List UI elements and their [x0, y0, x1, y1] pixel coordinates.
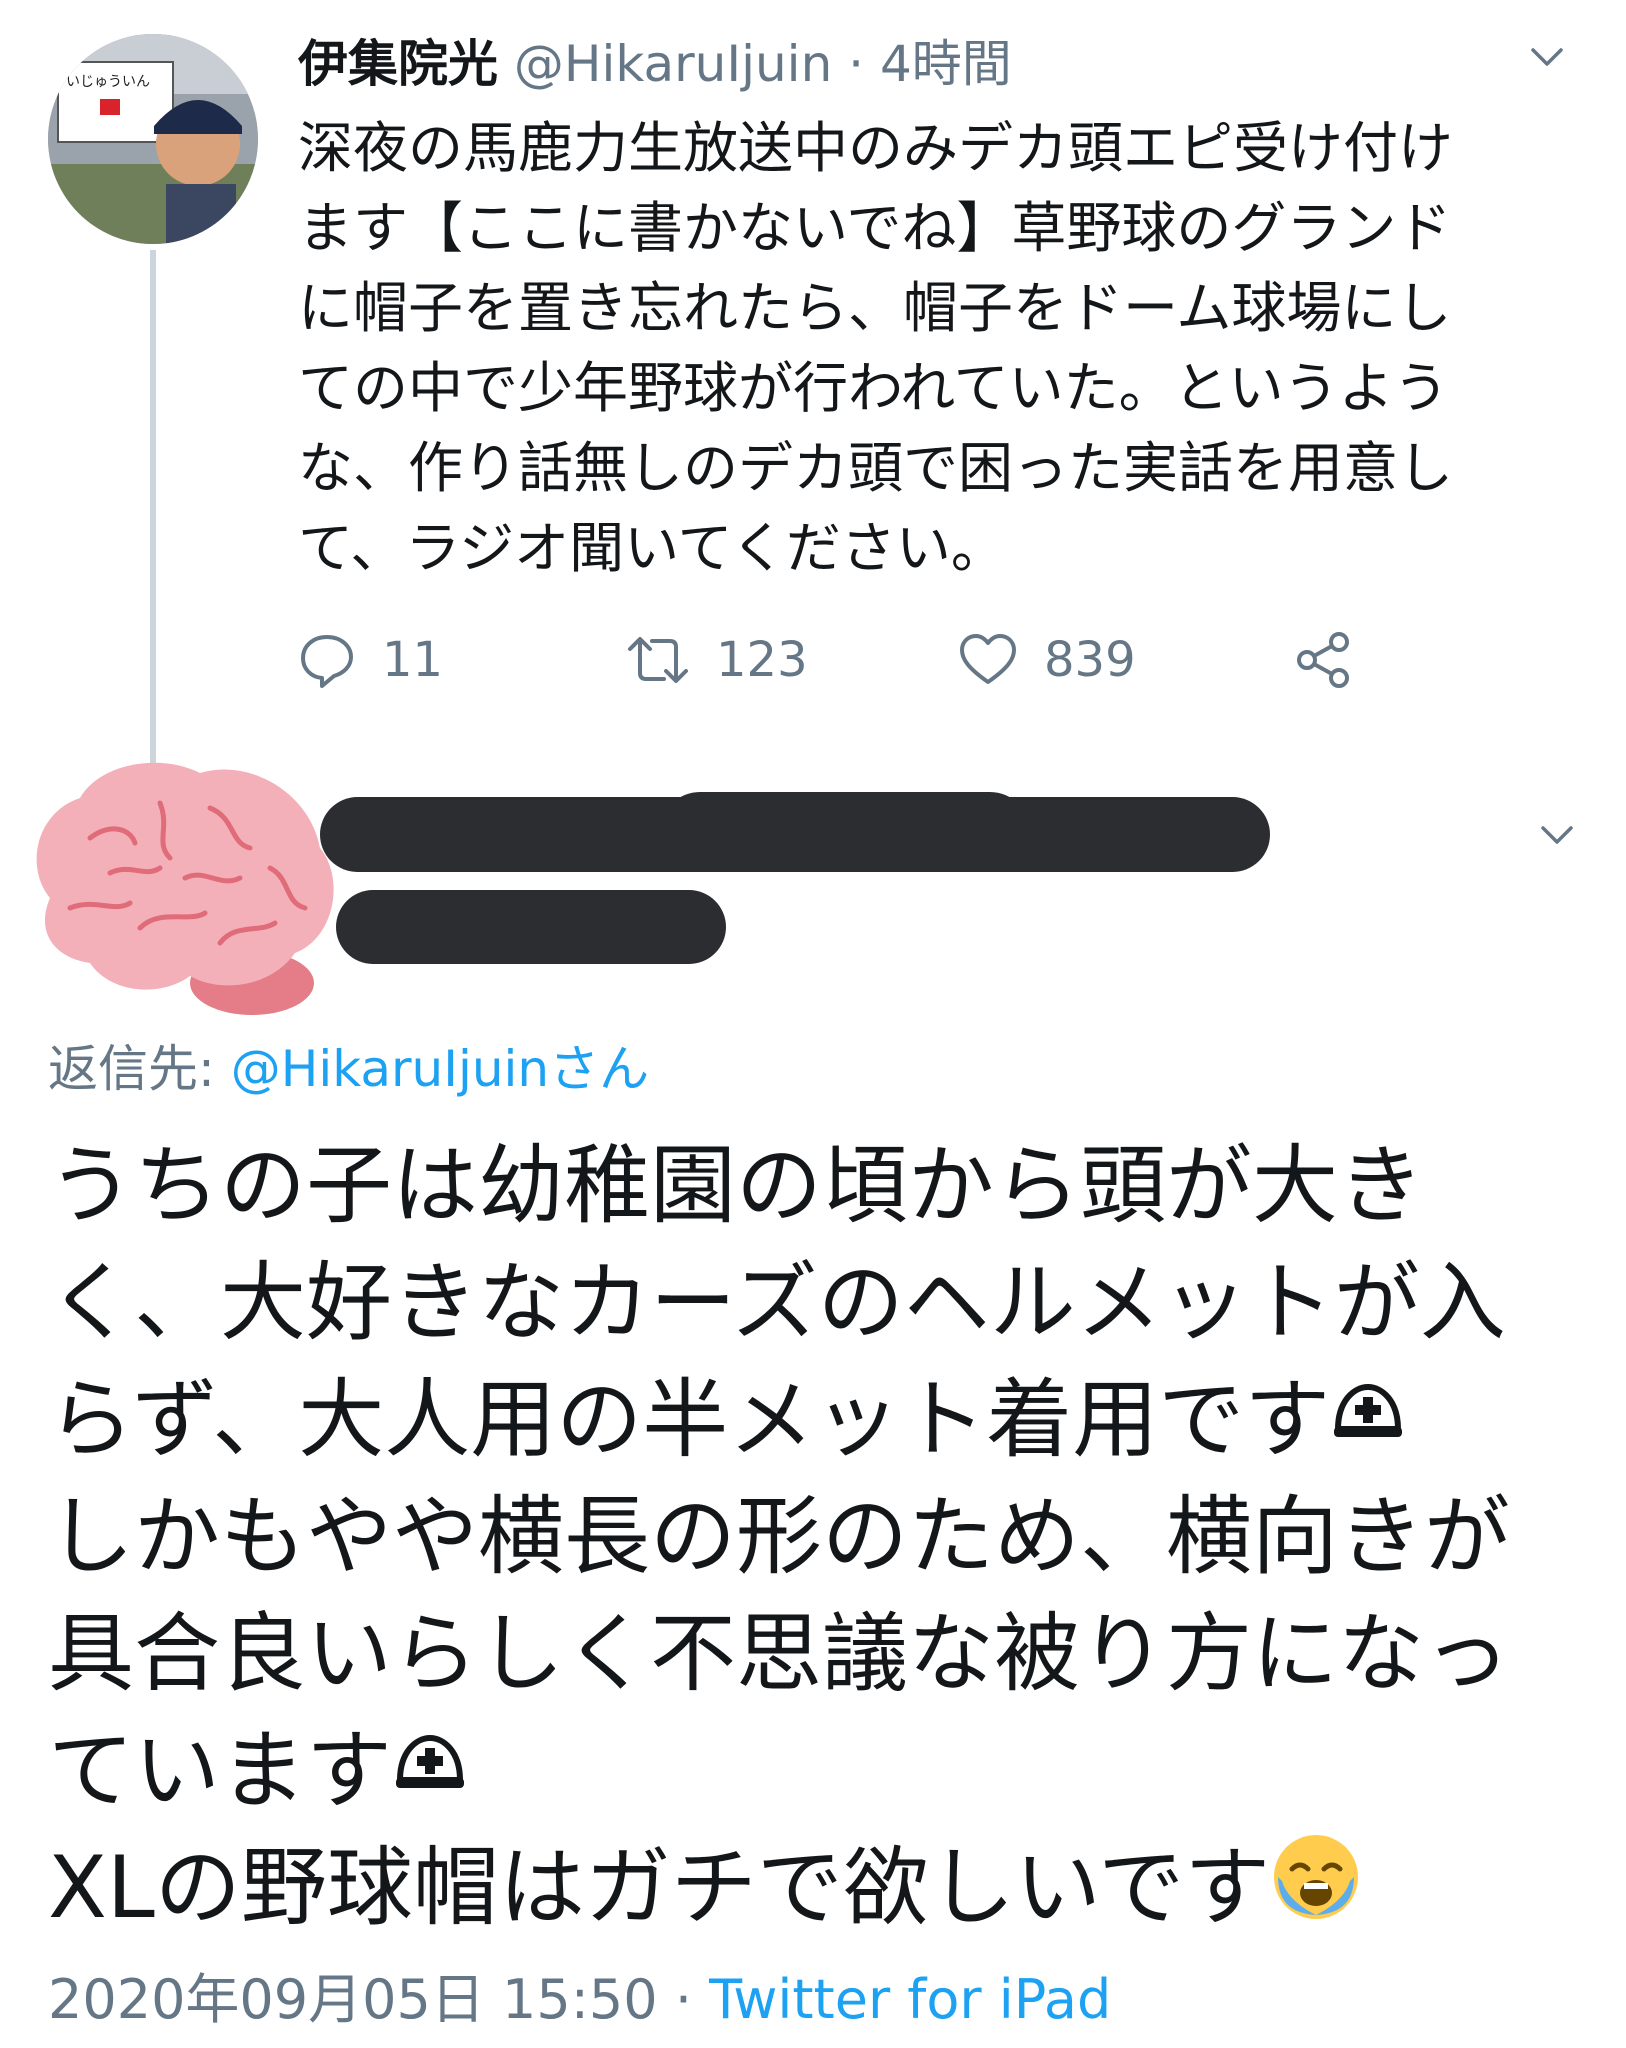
- tweet-actions: 11 123 839: [298, 625, 1398, 695]
- retweet-count: 123: [716, 632, 808, 688]
- chevron-down-icon[interactable]: [1530, 40, 1564, 74]
- redacted-name-overlap: [660, 792, 1030, 872]
- thread-line: [150, 250, 156, 770]
- retweet-button[interactable]: 123: [626, 625, 808, 695]
- reply-line-text: XLの野球帽はガチで欲しいです: [48, 1838, 1271, 1938]
- tweet-time[interactable]: 4時間: [880, 35, 1012, 93]
- reply-line: XLの野球帽はガチで欲しいです: [48, 1830, 1608, 1947]
- share-icon: [1297, 632, 1349, 688]
- chevron-down-icon[interactable]: [1540, 818, 1574, 852]
- header-separator: ·: [848, 35, 865, 93]
- like-icon: [960, 634, 1016, 684]
- reply-tweet-text: うちの子は幼稚園の頃から頭が大き く、大好きなカーズのヘルメットが入 らず、大人…: [48, 1128, 1608, 1947]
- author-name[interactable]: 伊集院光: [298, 35, 498, 93]
- parent-avatar[interactable]: いじゅういん: [48, 34, 258, 244]
- parent-header: 伊集院光 @HikaruIjuin · 4時間: [298, 30, 1012, 98]
- reply-line: らず、大人用の半メット着用です: [48, 1362, 1608, 1479]
- reply-timestamp[interactable]: 2020年09月05日 15:50: [48, 1968, 658, 2031]
- brain-emoji: [36, 762, 334, 1015]
- meta-separator: ·: [674, 1968, 692, 2031]
- share-button[interactable]: [1293, 625, 1355, 695]
- parent-tweet[interactable]: いじゅういん 伊集院光 @HikaruIjuin · 4時間 深夜の馬鹿力生放送…: [0, 0, 1626, 770]
- reply-source[interactable]: Twitter for iPad: [709, 1968, 1111, 2031]
- retweet-icon: [628, 637, 688, 683]
- reply-line-text: らず、大人用の半メット着用です: [48, 1370, 1331, 1470]
- crying-face-emoji: [1274, 1835, 1359, 1919]
- reply-to-mention[interactable]: @HikaruIjuinさん: [231, 1040, 649, 1098]
- helmet-emoji: [1334, 1383, 1403, 1437]
- author-handle[interactable]: @HikaruIjuin: [514, 35, 832, 93]
- reply-line: しかもやや横長の形のため、横向きが: [48, 1487, 1510, 1587]
- redacted-handle: [336, 890, 726, 964]
- reply-line: ています: [48, 1713, 1608, 1830]
- reply-icon: [301, 635, 353, 688]
- reply-button[interactable]: 11: [298, 625, 443, 695]
- reply-line: うちの子は幼稚園の頃から頭が大き: [48, 1136, 1424, 1236]
- reply-meta: 2020年09月05日 15:50 · Twitter for iPad: [48, 1965, 1111, 2035]
- reply-to-label: 返信先:: [48, 1040, 215, 1098]
- like-count: 839: [1044, 632, 1136, 688]
- helmet-emoji: [396, 1734, 464, 1788]
- like-button[interactable]: 839: [958, 625, 1136, 695]
- svg-text:いじゅういん: いじゅういん: [66, 74, 150, 90]
- parent-tweet-text: 深夜の馬鹿力生放送中のみデカ頭エピ受け付け ます【ここに書かないでね】草野球のグ…: [298, 116, 1454, 580]
- reply-line: く、大好きなカーズのヘルメットが入: [48, 1253, 1506, 1353]
- reply-line: 具合良いらしく不思議な被り方になっ: [48, 1604, 1510, 1704]
- reply-to-line: 返信先: @HikaruIjuinさん: [48, 1034, 649, 1104]
- avatar-photo: いじゅういん: [48, 34, 258, 244]
- reply-line-text: ています: [48, 1721, 392, 1821]
- reply-count: 11: [382, 632, 444, 688]
